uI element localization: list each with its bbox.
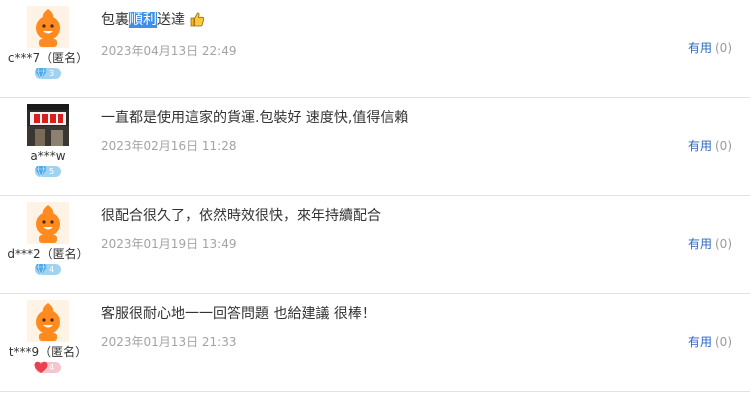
comment-text: 一直都是使用這家的貨運.包裝好 速度快,值得信賴	[101, 110, 409, 126]
helpful-button[interactable]: 有用	[688, 139, 712, 153]
comment-text-end: 送達	[157, 12, 185, 28]
avatar[interactable]	[27, 6, 69, 48]
thumbs-up-icon	[189, 11, 205, 33]
reviewer-info: a***w 5	[0, 104, 96, 183]
review-item: d***2（匿名） 4 很配合很久了，依然時效很快，來年持續配合 2023年01…	[0, 196, 750, 294]
review-date: 2023年02月16日 11:28	[101, 139, 237, 153]
review-comment: 一直都是使用這家的貨運.包裝好 速度快,值得信賴	[101, 108, 661, 128]
review-date: 2023年01月13日 21:33	[101, 335, 237, 349]
comment-text: 客服很耐心地一一回答問題 也給建議 很棒！	[101, 306, 376, 322]
selected-text: 順利	[129, 12, 157, 28]
helpful-count: (0)	[715, 335, 732, 349]
review-content: 客服很耐心地一一回答問題 也給建議 很棒！ 2023年01月13日 21:33	[101, 304, 661, 350]
review-comment: 包裏順利送達	[101, 10, 661, 33]
review-content: 很配合很久了，依然時效很快，來年持續配合 2023年01月19日 13:49	[101, 206, 661, 252]
level-badge: 5	[35, 165, 61, 178]
orange-mascot-icon	[27, 202, 69, 244]
review-list: c***7（匿名） 3 包裏順利送達 2023年04月13日 22:49 有用(…	[0, 0, 750, 400]
review-item: t***9（匿名） 4 客服很耐心地一一回答問題 也給建議 很棒！ 2023年0…	[0, 294, 750, 392]
helpful-count: (0)	[715, 237, 732, 251]
review-content: 包裏順利送達 2023年04月13日 22:49	[101, 10, 661, 59]
heart-icon	[34, 361, 48, 373]
level-badge: 4	[35, 263, 61, 276]
user-name: d***2（匿名）	[7, 247, 89, 261]
review-item: c***7（匿名） 3 包裏順利送達 2023年04月13日 22:49 有用(…	[0, 0, 750, 98]
level-badge: 3	[35, 67, 61, 80]
review-content: 一直都是使用這家的貨運.包裝好 速度快,值得信賴 2023年02月16日 11:…	[101, 108, 661, 154]
reviewer-info: t***9（匿名） 4	[0, 300, 96, 379]
orange-mascot-icon	[27, 300, 69, 342]
helpful-button[interactable]: 有用	[688, 335, 712, 349]
level-number: 4	[49, 265, 55, 274]
user-name: a***w	[30, 149, 66, 163]
user-name: t***9（匿名）	[8, 345, 88, 359]
comment-text: 包裏	[101, 12, 129, 28]
reviewer-info: c***7（匿名） 3	[0, 6, 96, 85]
user-name: c***7（匿名）	[7, 51, 89, 65]
level-number: 3	[49, 69, 55, 78]
helpful-vote: 有用 (0)	[688, 40, 732, 56]
diamond-icon	[35, 67, 47, 80]
helpful-vote: 有用 (0)	[688, 236, 732, 252]
helpful-count: (0)	[715, 139, 732, 153]
avatar[interactable]	[27, 104, 69, 146]
level-number: 5	[49, 167, 55, 176]
helpful-button[interactable]: 有用	[688, 41, 712, 55]
review-comment: 很配合很久了，依然時效很快，來年持續配合	[101, 206, 661, 226]
reviewer-info: d***2（匿名） 4	[0, 202, 96, 281]
avatar[interactable]	[27, 202, 69, 244]
diamond-icon	[35, 165, 47, 178]
helpful-count: (0)	[715, 41, 732, 55]
level-number: 4	[49, 363, 55, 372]
helpful-vote: 有用 (0)	[688, 334, 732, 350]
orange-mascot-icon	[27, 6, 69, 48]
comment-text: 很配合很久了，依然時效很快，來年持續配合	[101, 208, 381, 224]
review-item: a***w 5 一直都是使用這家的貨運.包裝好 速度快,值得信賴 2023年02…	[0, 98, 750, 196]
diamond-icon	[35, 263, 47, 276]
shop-photo-icon	[27, 104, 69, 146]
level-badge: 4	[34, 361, 61, 373]
review-date: 2023年01月19日 13:49	[101, 237, 237, 251]
review-date: 2023年04月13日 22:49	[101, 44, 237, 58]
review-comment: 客服很耐心地一一回答問題 也給建議 很棒！	[101, 304, 661, 324]
helpful-vote: 有用 (0)	[688, 138, 732, 154]
avatar[interactable]	[27, 300, 69, 342]
helpful-button[interactable]: 有用	[688, 237, 712, 251]
